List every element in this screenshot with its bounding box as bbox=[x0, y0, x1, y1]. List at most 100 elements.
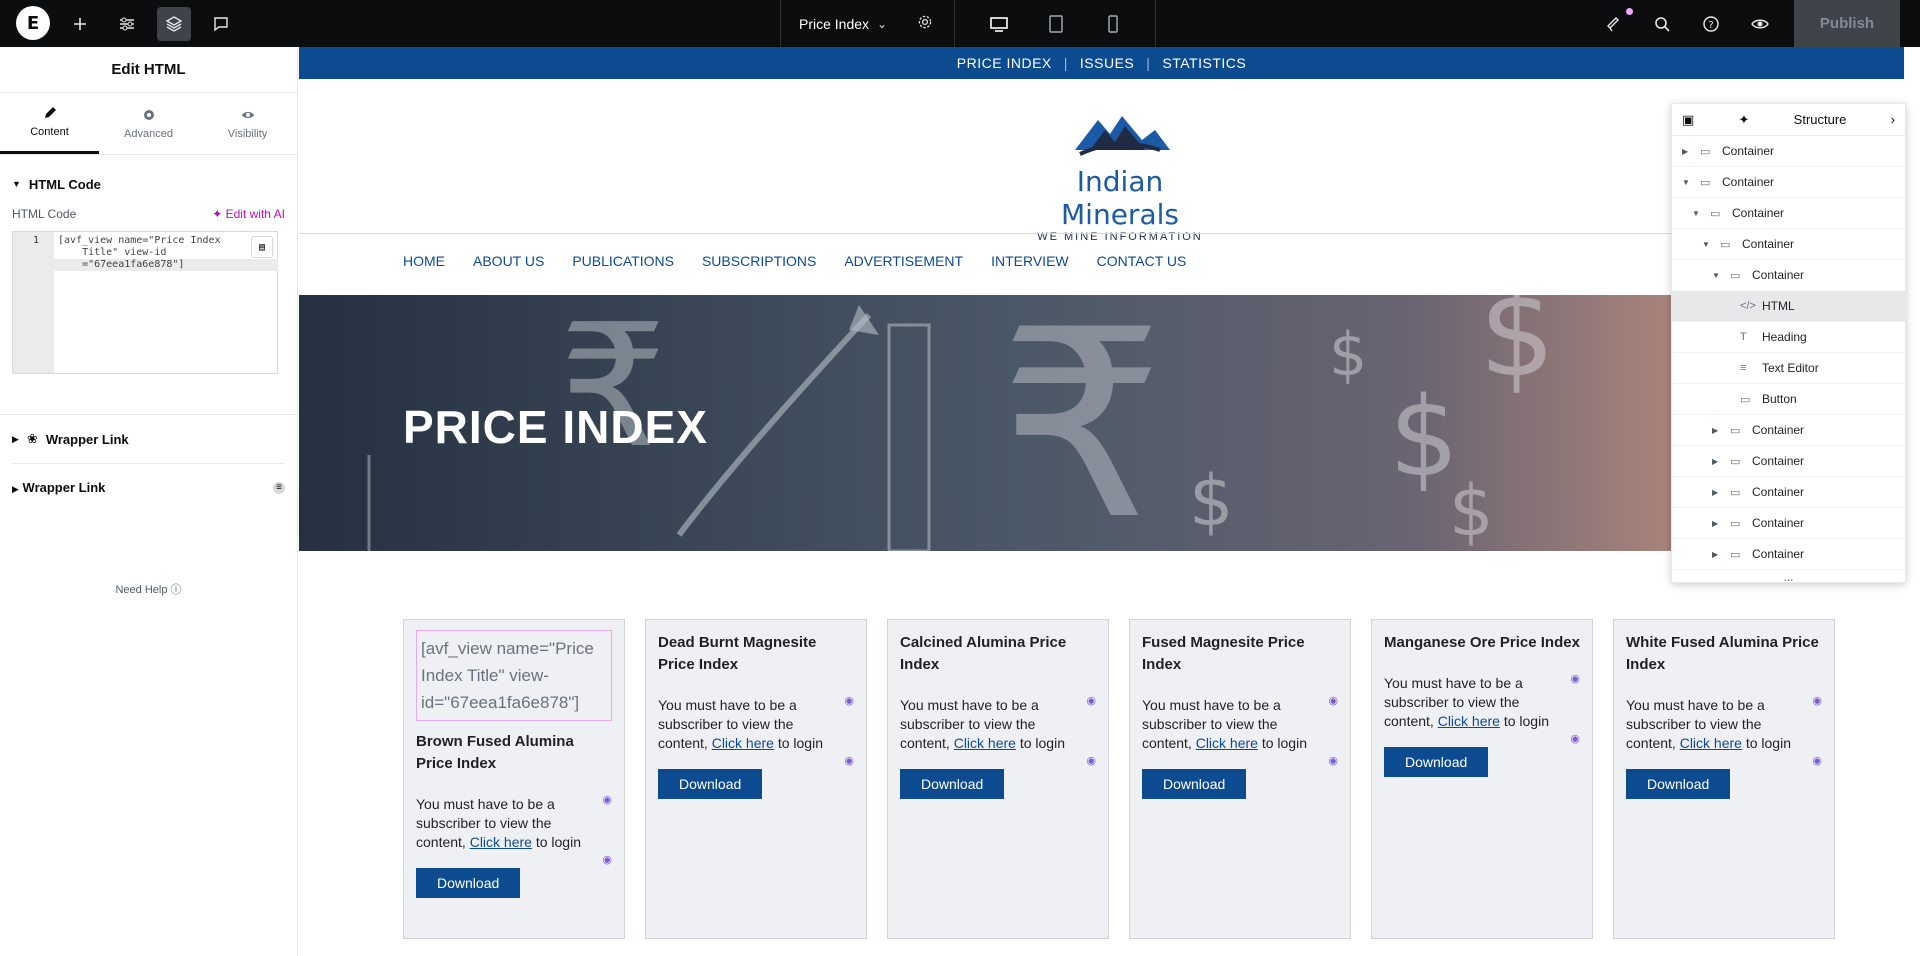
page-name: Price Index bbox=[799, 15, 870, 32]
eye-icon: ◉ bbox=[844, 755, 854, 767]
container-icon: ▭ bbox=[1730, 517, 1741, 530]
page-settings-gear-icon[interactable] bbox=[917, 14, 933, 33]
wrapper-link-section-toggle[interactable]: ▶ ❀ Wrapper Link bbox=[12, 415, 285, 463]
structure-item[interactable]: ▶ ▭ Container bbox=[1672, 539, 1905, 570]
price-card: Manganese Ore Price Index ◉ You must hav… bbox=[1371, 619, 1593, 939]
collapse-all-icon[interactable]: ▣ bbox=[1682, 112, 1694, 128]
top-link-issues[interactable]: ISSUES bbox=[1080, 55, 1134, 71]
container-icon: ▭ bbox=[1720, 238, 1731, 251]
structure-item[interactable]: ▶ ▭ Container bbox=[1672, 446, 1905, 477]
tab-visibility[interactable]: Visibility bbox=[198, 93, 297, 154]
top-link-statistics[interactable]: STATISTICS bbox=[1162, 55, 1246, 71]
login-link[interactable]: Click here bbox=[1680, 735, 1742, 751]
code-content[interactable]: [avf_view name="Price Index Title" view-… bbox=[54, 232, 254, 373]
download-button[interactable]: Download bbox=[900, 769, 1005, 799]
card-body: ◉ You must have to be a subscriber to vi… bbox=[416, 794, 612, 866]
caret-right-icon[interactable]: ▶ bbox=[1682, 147, 1692, 156]
card-title: Brown Fused Alumina Price Index bbox=[416, 733, 574, 772]
structure-item[interactable]: ▶ ▭ Container bbox=[1672, 477, 1905, 508]
dynamic-tags-icon[interactable]: ▤ bbox=[251, 236, 273, 258]
page-switcher[interactable]: Price Index ⌄ bbox=[780, 0, 955, 47]
login-link[interactable]: Click here bbox=[1196, 735, 1258, 751]
download-button[interactable]: Download bbox=[658, 769, 763, 799]
nav-advertisement[interactable]: ADVERTISEMENT bbox=[844, 253, 963, 269]
nav-subscriptions[interactable]: SUBSCRIPTIONS bbox=[702, 253, 816, 269]
tab-content[interactable]: Content bbox=[0, 93, 99, 154]
question-circle-icon: ⓘ bbox=[170, 584, 182, 596]
structure-item[interactable]: ▶ ▭ Container bbox=[1672, 136, 1905, 167]
search-icon[interactable] bbox=[1645, 7, 1679, 41]
caret-right-icon[interactable]: ▶ bbox=[1712, 457, 1722, 466]
sparkle-icon[interactable]: ✦ bbox=[1739, 112, 1750, 128]
preview-eye-icon[interactable] bbox=[1743, 7, 1777, 41]
caret-right-icon[interactable]: ▶ bbox=[1712, 550, 1722, 559]
html-shortcode-placeholder[interactable]: [avf_view name="Price Index Title" view-… bbox=[416, 630, 612, 721]
login-link[interactable]: Click here bbox=[1438, 713, 1500, 729]
wrapper-link-section-toggle-2[interactable]: ▶ Wrapper Link ≡ bbox=[12, 463, 285, 511]
login-link[interactable]: Click here bbox=[470, 834, 532, 850]
site-logo[interactable]: Indian Minerals WE MINE INFORMATION bbox=[1020, 110, 1220, 243]
chevron-down-icon: ⌄ bbox=[877, 16, 888, 31]
nav-about-us[interactable]: ABOUT US bbox=[473, 253, 544, 269]
nav-home[interactable]: HOME bbox=[403, 253, 445, 269]
nav-interview[interactable]: INTERVIEW bbox=[991, 253, 1069, 269]
structure-item[interactable]: ≡ Text Editor bbox=[1672, 353, 1905, 384]
caret-right-icon[interactable]: ▶ bbox=[1712, 488, 1722, 497]
caret-right-icon[interactable]: ▶ bbox=[1712, 519, 1722, 528]
caret-right-icon[interactable]: ▶ bbox=[1712, 426, 1722, 435]
top-link-price-index[interactable]: PRICE INDEX bbox=[957, 55, 1052, 71]
edit-with-ai-button[interactable]: ✦ Edit with AI bbox=[212, 207, 285, 221]
add-element-icon[interactable] bbox=[63, 7, 97, 41]
card-title: Fused Magnesite Price Index bbox=[1142, 634, 1305, 673]
nav-publications[interactable]: PUBLICATIONS bbox=[572, 253, 674, 269]
need-help-link[interactable]: Need Help ⓘ bbox=[12, 581, 285, 597]
price-card: Calcined Alumina Price Index ◉ You must … bbox=[887, 619, 1109, 939]
tab-advanced[interactable]: Advanced bbox=[99, 93, 198, 154]
download-button[interactable]: Download bbox=[1384, 747, 1489, 777]
nav-contact-us[interactable]: CONTACT US bbox=[1097, 253, 1187, 269]
publish-button[interactable]: Publish bbox=[1794, 0, 1900, 47]
download-button[interactable]: Download bbox=[1626, 769, 1731, 799]
tablet-icon[interactable] bbox=[1039, 7, 1073, 41]
pencil-icon bbox=[44, 107, 56, 118]
svg-text:$: $ bbox=[1329, 320, 1367, 390]
heading-icon: T bbox=[1740, 331, 1747, 343]
structure-item[interactable]: ▭ Button bbox=[1672, 384, 1905, 415]
desktop-icon[interactable] bbox=[982, 7, 1016, 41]
download-button[interactable]: Download bbox=[416, 868, 521, 898]
gear-icon bbox=[143, 109, 154, 120]
structure-item[interactable]: ▼ ▭ Container bbox=[1672, 198, 1905, 229]
structure-item[interactable]: ▶ ▭ Container bbox=[1672, 415, 1905, 446]
structure-item[interactable]: T Heading bbox=[1672, 322, 1905, 353]
download-button[interactable]: Download bbox=[1142, 769, 1247, 799]
close-icon[interactable]: › bbox=[1891, 112, 1895, 127]
comments-icon[interactable] bbox=[204, 7, 238, 41]
structure-title: Structure bbox=[1793, 112, 1847, 127]
help-icon[interactable]: ? bbox=[1694, 7, 1728, 41]
login-link[interactable]: Click here bbox=[954, 735, 1016, 751]
site-settings-icon[interactable] bbox=[110, 7, 144, 41]
caret-down-icon[interactable]: ▼ bbox=[1682, 178, 1692, 187]
eye-icon: ◉ bbox=[1570, 733, 1580, 745]
elementor-logo[interactable]: E bbox=[16, 6, 50, 40]
caret-down-icon[interactable]: ▼ bbox=[1702, 240, 1712, 249]
caret-down-icon[interactable]: ▼ bbox=[1712, 271, 1722, 280]
resize-handle[interactable]: ... bbox=[1672, 570, 1905, 582]
html-code-section-toggle[interactable]: ▼ HTML Code bbox=[12, 155, 285, 213]
structure-item[interactable]: ▼ ▭ Container bbox=[1672, 167, 1905, 198]
structure-layers-icon[interactable] bbox=[157, 7, 191, 41]
header-divider bbox=[299, 233, 1904, 234]
login-link[interactable]: Click here bbox=[712, 735, 774, 751]
container-icon: ▭ bbox=[1730, 424, 1741, 437]
structure-item[interactable]: ▶ ▭ Container bbox=[1672, 508, 1905, 539]
structure-item[interactable]: ▼ ▭ Container bbox=[1672, 260, 1905, 291]
html-code-editor[interactable]: 1 [avf_view name="Price Index Title" vie… bbox=[12, 231, 278, 374]
card-body: ◉ You must have to be a subscriber to vi… bbox=[900, 695, 1096, 767]
structure-item[interactable]: ▼ ▭ Container bbox=[1672, 229, 1905, 260]
code-icon: </> bbox=[1740, 300, 1756, 312]
mobile-icon[interactable] bbox=[1096, 7, 1130, 41]
container-icon: ▭ bbox=[1730, 269, 1741, 282]
structure-item-selected[interactable]: </> HTML bbox=[1672, 291, 1905, 322]
caret-down-icon[interactable]: ▼ bbox=[1692, 209, 1702, 218]
structure-header[interactable]: ▣ ✦ Structure › bbox=[1672, 104, 1905, 136]
